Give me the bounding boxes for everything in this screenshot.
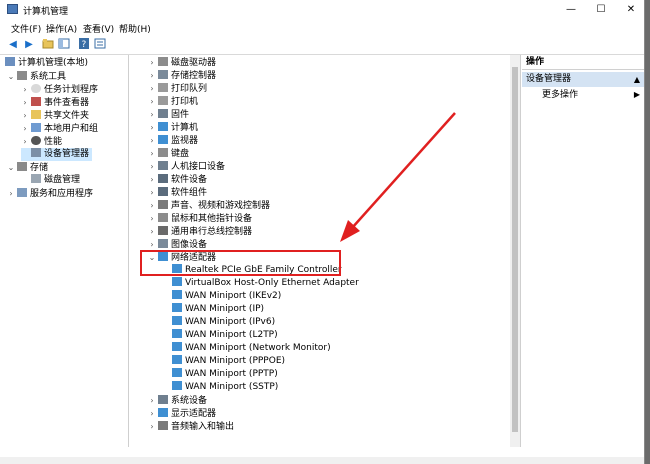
horizontal-scrollbar[interactable] xyxy=(0,447,644,457)
status-bar xyxy=(0,457,644,464)
computer-management-window: 计算机管理 — ☐ ✕ 文件(F) 操作(A) 查看(V) 帮助(H) ◀ ▶ … xyxy=(0,0,645,464)
red-arrow-icon xyxy=(340,112,456,242)
